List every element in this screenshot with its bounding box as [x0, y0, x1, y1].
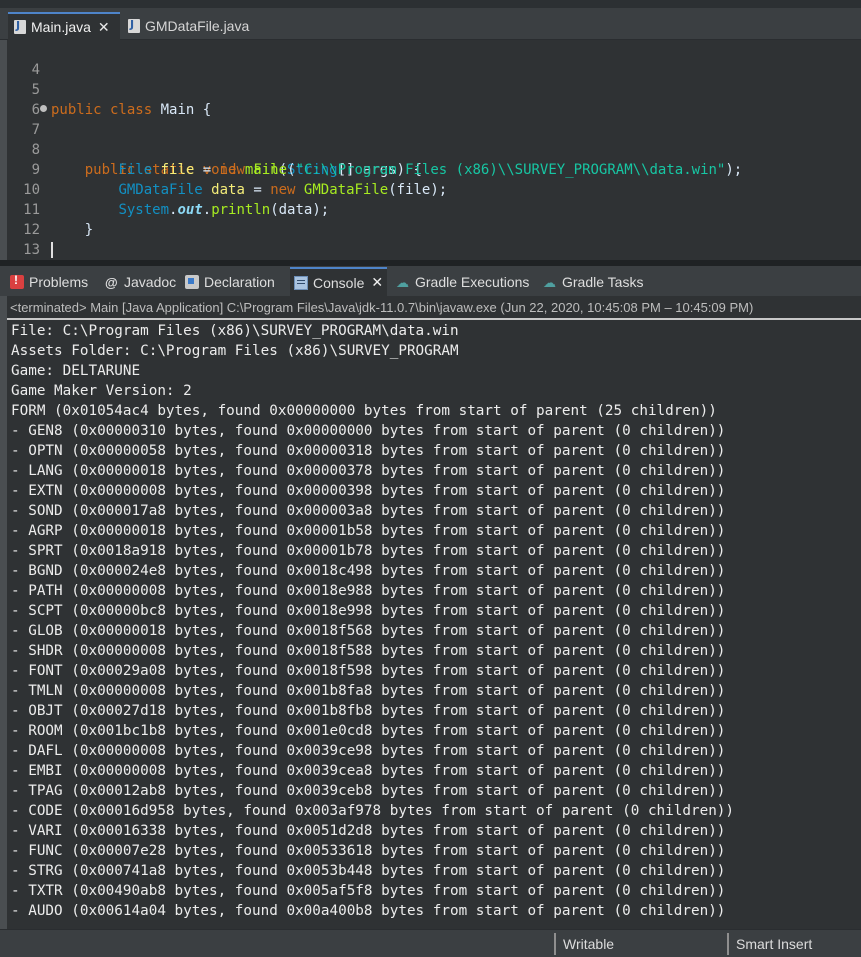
tab-label: Javadoc	[124, 273, 177, 290]
console-line: - TMLN (0x00000008 bytes, found 0x001b8f…	[11, 683, 726, 699]
tab-gmdatafile-java[interactable]: GMDataFile.java	[122, 12, 262, 40]
console-line: - SCPT (0x00000bc8 bytes, found 0x0018e9…	[11, 603, 726, 619]
tab-problems[interactable]: Problems	[10, 267, 88, 296]
console-line: - GEN8 (0x00000310 bytes, found 0x000000…	[11, 423, 726, 439]
console-icon	[294, 275, 308, 290]
code-line: 14	[7, 240, 861, 278]
code-line: 7 public static void main(String[] args)…	[7, 100, 861, 178]
console-line: Assets Folder: C:\Program Files (x86)\SU…	[11, 343, 459, 359]
console-line: - EMBI (0x00000008 bytes, found 0x0039ce…	[11, 763, 726, 779]
tab-javadoc[interactable]: @ Javadoc	[105, 267, 176, 296]
code-line: 6	[7, 80, 861, 118]
text-caret	[51, 242, 53, 258]
console-line: - OPTN (0x00000058 bytes, found 0x000003…	[11, 443, 726, 459]
console-line: - SHDR (0x00000008 bytes, found 0x0018f5…	[11, 643, 726, 659]
terminated-status: <terminated> Main [Java Application] C:\…	[7, 296, 861, 320]
console-view[interactable]: <terminated> Main [Java Application] C:\…	[7, 296, 861, 929]
console-line: - SOND (0x000017a8 bytes, found 0x000003…	[11, 503, 726, 519]
code-line: 8 File file = new File("C:\\Program File…	[7, 120, 861, 178]
console-line: - OBJT (0x00027d18 bytes, found 0x001b8f…	[11, 703, 726, 719]
tab-label: Gradle Executions	[415, 273, 530, 290]
code-line: 4	[7, 40, 861, 78]
code-line: 13 }	[7, 220, 861, 278]
close-icon[interactable]: ✕	[371, 274, 383, 291]
view-tab-bar: Problems @ Javadoc Declaration Console ✕…	[0, 266, 861, 296]
console-line: Game Maker Version: 2	[11, 383, 192, 399]
tab-label: GMDataFile.java	[145, 18, 250, 34]
console-line: - FUNC (0x00007e28 bytes, found 0x005336…	[11, 843, 726, 859]
code-line: 12	[7, 200, 861, 238]
tab-label: Gradle Tasks	[562, 273, 644, 290]
console-line: - TPAG (0x00012ab8 bytes, found 0x0039ce…	[11, 783, 726, 799]
console-line: - AGRP (0x00000018 bytes, found 0x00001b…	[11, 523, 726, 539]
code-editor[interactable]: 4 5 public class Main { 6 7 public stati…	[7, 40, 861, 278]
close-icon[interactable]: ✕	[98, 19, 110, 36]
console-line: - SPRT (0x0018a918 bytes, found 0x00001b…	[11, 543, 726, 559]
console-line: Game: DELTARUNE	[11, 363, 141, 379]
tab-label: Problems	[29, 273, 89, 290]
console-line: - AUDO (0x00614a04 bytes, found 0x00a400…	[11, 903, 726, 919]
code-line: 9 GMDataFile data = new GMDataFile(file)…	[7, 140, 861, 198]
console-line: File: C:\Program Files (x86)\SURVEY_PROG…	[11, 323, 459, 339]
console-line: - STRG (0x000741a8 bytes, found 0x0053b4…	[11, 863, 726, 879]
console-line: - VARI (0x00016338 bytes, found 0x0051d2…	[11, 823, 726, 839]
problems-icon	[10, 273, 24, 289]
console-line: - EXTN (0x00000008 bytes, found 0x000003…	[11, 483, 726, 499]
console-output[interactable]: File: C:\Program Files (x86)\SURVEY_PROG…	[11, 321, 857, 921]
declaration-icon	[185, 274, 199, 289]
java-file-icon	[128, 18, 140, 33]
code-line: 5 public class Main {	[7, 60, 861, 118]
console-line: - BGND (0x000024e8 bytes, found 0x0018c4…	[11, 563, 726, 579]
fold-toggle-icon[interactable]	[40, 105, 47, 112]
window-top-strip	[0, 0, 861, 8]
tab-console[interactable]: Console ✕	[290, 267, 388, 296]
console-line: - DAFL (0x00000008 bytes, found 0x0039ce…	[11, 743, 726, 759]
javadoc-icon: @	[105, 274, 118, 290]
writable-status: Writable	[554, 933, 614, 955]
tab-gradle-executions[interactable]: ☁ Gradle Executions	[396, 267, 529, 296]
console-line: - ROOM (0x001bc1b8 bytes, found 0x001e0c…	[11, 723, 726, 739]
console-line: - LANG (0x00000018 bytes, found 0x000003…	[11, 463, 726, 479]
tab-main-java[interactable]: Main.java ✕	[8, 12, 120, 40]
tab-gradle-tasks[interactable]: ☁ Gradle Tasks	[543, 267, 643, 296]
console-line: - GLOB (0x00000018 bytes, found 0x0018f5…	[11, 623, 726, 639]
editor-tab-bar: Main.java ✕ GMDataFile.java	[0, 8, 861, 40]
code-line: 10 System.out.println(data);	[7, 160, 861, 218]
gradle-icon: ☁	[543, 274, 556, 290]
console-line: - PATH (0x00000008 bytes, found 0x0018e9…	[11, 583, 726, 599]
console-line: FORM (0x01054ac4 bytes, found 0x00000000…	[11, 403, 717, 419]
console-line: - CODE (0x00016d958 bytes, found 0x003af…	[11, 803, 735, 819]
tab-label: Declaration	[204, 273, 275, 290]
java-file-icon	[14, 19, 26, 34]
insert-mode-status: Smart Insert	[727, 933, 812, 955]
gradle-icon: ☁	[396, 274, 409, 290]
tab-declaration[interactable]: Declaration	[185, 267, 275, 296]
console-line: - TXTR (0x00490ab8 bytes, found 0x005af5…	[11, 883, 726, 899]
tab-label: Console	[313, 274, 365, 291]
tab-label: Main.java	[31, 19, 91, 35]
status-bar: Writable Smart Insert	[0, 929, 861, 957]
console-line: - FONT (0x00029a08 bytes, found 0x0018f5…	[11, 663, 726, 679]
code-line: 11 }	[7, 180, 861, 238]
